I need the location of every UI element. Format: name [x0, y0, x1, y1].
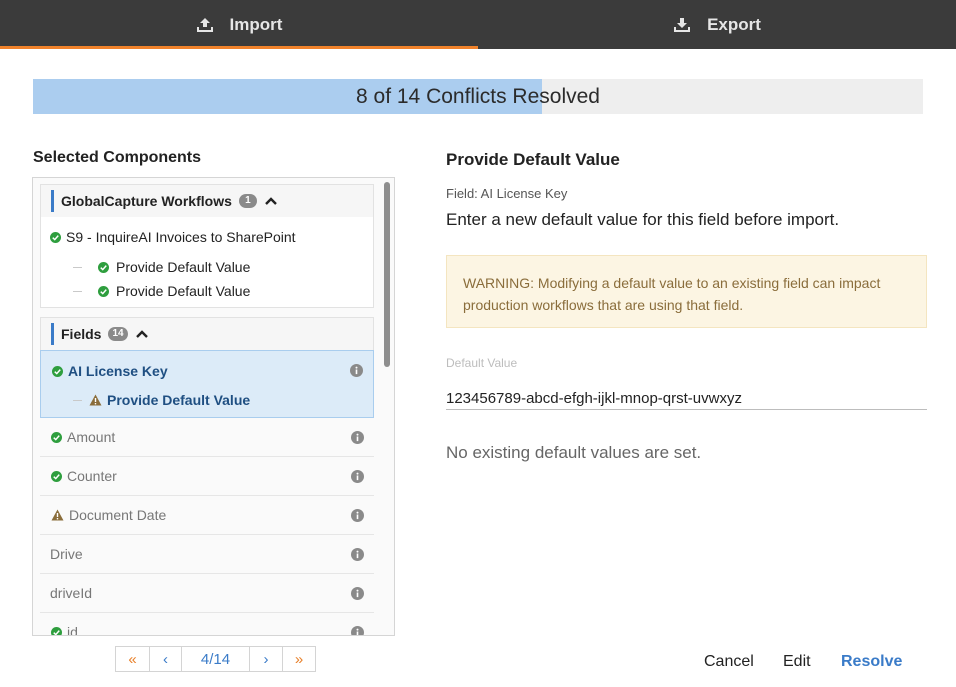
- field-label: Document Date: [69, 507, 167, 523]
- field-label: Amount: [67, 429, 116, 445]
- field-row[interactable]: Counter: [40, 457, 374, 496]
- default-value-label: Default Value: [446, 356, 518, 370]
- field-row-selected[interactable]: AI License Key Provide Default Value: [40, 350, 374, 418]
- edit-button[interactable]: Edit: [783, 653, 811, 671]
- chevron-up-icon[interactable]: [135, 329, 148, 339]
- field-label: Drive: [50, 546, 83, 562]
- warning-alert: WARNING: Modifying a default value to an…: [446, 255, 927, 328]
- field-name-label: Field: AI License Key: [446, 186, 568, 201]
- first-page-button[interactable]: «: [115, 646, 150, 672]
- conflict-progress-bar: 8 of 14 Conflicts Resolved: [33, 79, 923, 114]
- field-row-label-wrap: AI License Key: [52, 363, 168, 379]
- field-row[interactable]: Drive: [40, 535, 374, 574]
- panel-title: Provide Default Value: [446, 150, 620, 169]
- warning-icon: [89, 394, 102, 406]
- tree-connector: [73, 399, 82, 401]
- subitem-label: Provide Default Value: [107, 392, 251, 408]
- check-circle-icon: [52, 365, 63, 377]
- field-label: AI License Key: [68, 363, 168, 379]
- next-page-button[interactable]: ›: [249, 646, 283, 672]
- check-circle-icon: [98, 285, 109, 297]
- default-value-input[interactable]: [446, 388, 927, 410]
- scrollbar-thumb[interactable]: [384, 182, 390, 367]
- count-badge: 1: [238, 194, 257, 208]
- group-label: GlobalCapture Workflows: [61, 193, 232, 209]
- check-circle-icon: [51, 626, 62, 635]
- list-item-workflow[interactable]: S9 - InquireAI Invoices to SharePoint: [41, 229, 375, 245]
- components-list[interactable]: GlobalCapture Workflows 1 S9 - InquireAI…: [32, 177, 395, 636]
- group-header-workflows[interactable]: GlobalCapture Workflows 1: [41, 185, 373, 217]
- last-page-button[interactable]: »: [282, 646, 316, 672]
- info-icon[interactable]: [351, 431, 364, 444]
- download-icon: [674, 17, 691, 32]
- field-row[interactable]: Document Date: [40, 496, 374, 535]
- field-row[interactable]: Amount: [40, 418, 374, 457]
- list-subitem[interactable]: Provide Default Value: [73, 392, 250, 408]
- field-row[interactable]: id: [40, 613, 374, 636]
- group-label: Fields: [61, 326, 102, 342]
- field-label: Counter: [67, 468, 117, 484]
- selected-components-title: Selected Components: [33, 149, 202, 166]
- workflow-label: S9 - InquireAI Invoices to SharePoint: [66, 229, 296, 245]
- check-circle-icon: [50, 231, 61, 243]
- tree-connector: [73, 266, 82, 268]
- warning-icon: [51, 509, 64, 521]
- tree-connector: [73, 290, 82, 292]
- chevron-up-icon[interactable]: [265, 196, 277, 206]
- cancel-button[interactable]: Cancel: [704, 653, 754, 671]
- list-subitem[interactable]: Provide Default Value: [41, 283, 375, 299]
- top-tab-bar: Import Export: [0, 0, 956, 49]
- page-indicator: 4/14: [181, 646, 250, 672]
- info-icon[interactable]: [351, 587, 364, 600]
- field-label: driveId: [50, 585, 93, 601]
- check-circle-icon: [51, 470, 62, 482]
- group-header-fields[interactable]: Fields 14: [41, 318, 373, 350]
- info-icon[interactable]: [351, 626, 364, 636]
- tab-export-label: Export: [707, 14, 761, 34]
- pager: « ‹ 4/14 › »: [115, 646, 316, 672]
- info-icon[interactable]: [351, 509, 364, 522]
- subitem-label: Provide Default Value: [116, 283, 251, 299]
- tab-import[interactable]: Import: [0, 0, 478, 49]
- prev-page-button[interactable]: ‹: [149, 646, 182, 672]
- check-circle-icon: [98, 261, 109, 273]
- progress-text: 8 of 14 Conflicts Resolved: [356, 85, 600, 108]
- tab-export[interactable]: Export: [478, 0, 956, 49]
- field-row[interactable]: driveId: [40, 574, 374, 613]
- upload-icon: [196, 17, 213, 32]
- field-label: id: [67, 624, 78, 636]
- subitem-label: Provide Default Value: [116, 259, 251, 275]
- no-existing-values-text: No existing default values are set.: [446, 443, 702, 462]
- panel-description: Enter a new default value for this field…: [446, 210, 840, 229]
- check-circle-icon: [51, 431, 62, 443]
- list-subitem[interactable]: Provide Default Value: [41, 259, 375, 275]
- info-icon[interactable]: [351, 470, 364, 483]
- tab-import-label: Import: [229, 14, 283, 34]
- count-badge: 14: [108, 327, 128, 341]
- resolve-button[interactable]: Resolve: [841, 653, 902, 671]
- info-icon[interactable]: [351, 548, 364, 561]
- group-workflows: GlobalCapture Workflows 1 S9 - InquireAI…: [40, 184, 374, 308]
- info-icon[interactable]: [350, 364, 363, 377]
- group-fields: Fields 14: [40, 317, 374, 350]
